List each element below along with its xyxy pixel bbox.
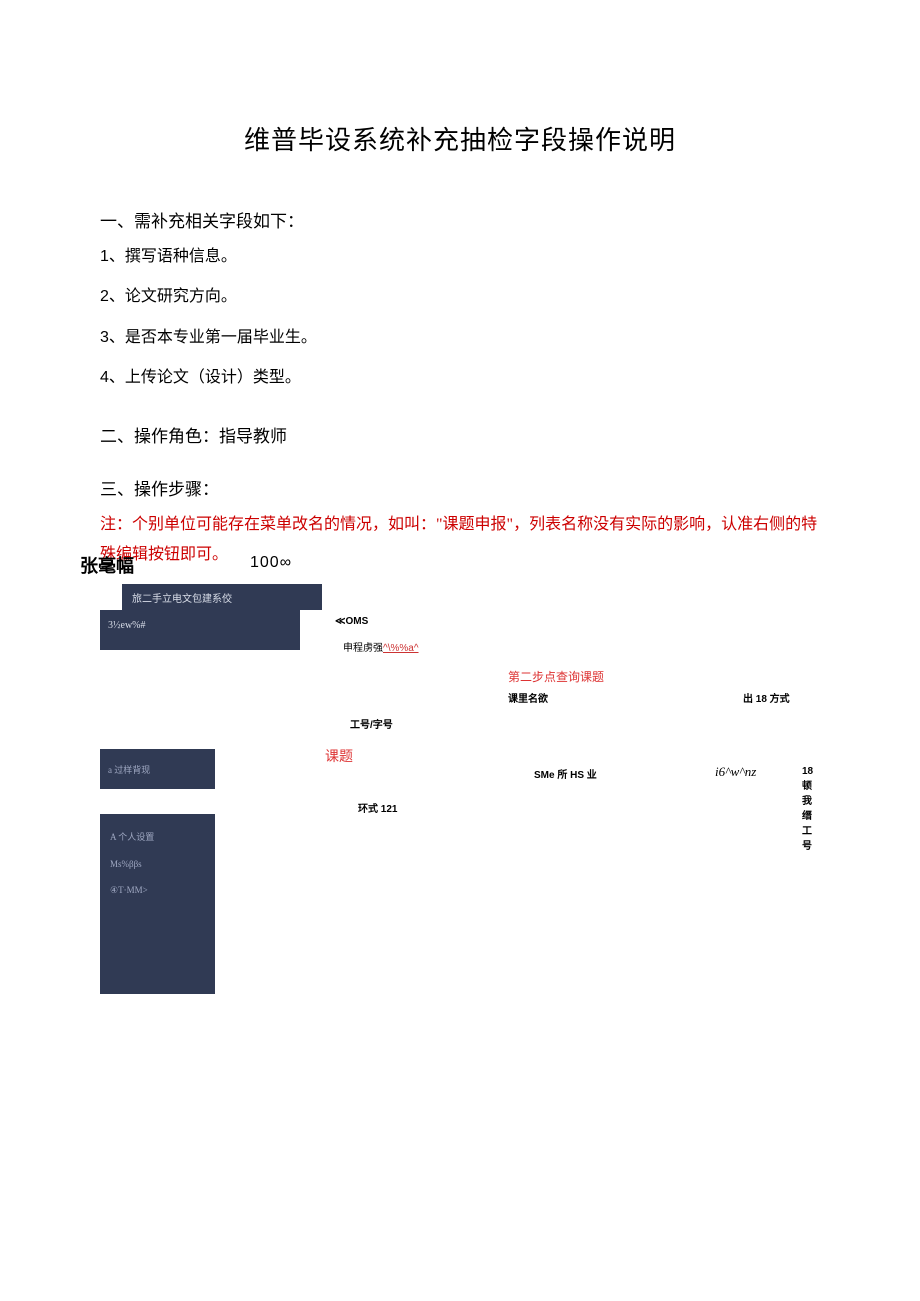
sidebar-item-a[interactable]: 3½ew%# [100,610,300,650]
sidebar-item-c[interactable]: Ms%ββs [100,843,215,869]
section2-heading: 二、操作角色：指导教师 [100,422,820,447]
huanshi-label: 环式 121 [358,800,397,815]
step2-label: 第二步点查询课题 [508,668,604,685]
bold-name: 张毫幅 [80,552,134,578]
link-row: 申程虏强^\%%a^ [343,639,419,654]
col-header-mode: 出 18 方式 [743,690,790,705]
section1-heading: 一、需补充相关字段如下： [100,207,820,232]
link-red[interactable]: ^\%%a^ [383,643,419,654]
list-num-3: 3 [100,329,109,346]
list-num-1: 1 [100,248,109,265]
overlap-row: 张毫幅 100∞ [100,552,820,578]
sidebar-item-settings[interactable]: A 个人设置 [100,814,215,843]
sidebar-header: 旅二手立电文包建系佼 [122,584,322,610]
sme-label: SMe 所 HS 业 [534,766,597,781]
oms-label: ≪OMS [335,616,368,627]
section3-heading: 三、操作步骤： [100,475,820,500]
tailnum-label: 18 顿我缙工号 [802,766,820,852]
percent-label: 100∞ [250,554,292,572]
screenshot-embed: 旅二手立电文包建系佼 3½ew%# a 过样背现 A 个人设置 Ms%ββs ④… [100,584,820,1014]
italic-code: i6^w^nz [715,764,756,780]
keti-label: 课题 [325,746,353,766]
list-text-3: 、是否本专业第一届毕业生。 [109,329,317,346]
link-prefix: 申程虏强 [343,643,383,654]
list-text-2: 、论文研究方向。 [109,288,237,305]
col-header-name: 课里名欲 [508,690,548,705]
col-header-id: 工号/字号 [350,716,393,731]
sidebar-block: A 个人设置 Ms%ββs ④T·MM> [100,814,215,994]
list-text-1: 、撰写语种信息。 [109,248,237,265]
list-item-2: 2、论文研究方向。 [100,282,820,312]
sidebar-item-b[interactable]: a 过样背现 [100,749,215,789]
list-text-4: 、上传论文（设计）类型。 [109,369,301,386]
page-title: 维普毕设系统补充抽检字段操作说明 [100,120,820,157]
list-num-2: 2 [100,288,109,305]
sidebar-item-d[interactable]: ④T·MM> [100,869,215,896]
list-num-4: 4 [100,369,109,386]
list-item-3: 3、是否本专业第一届毕业生。 [100,323,820,353]
list-item-4: 4、上传论文（设计）类型。 [100,363,820,393]
list-item-1: 1、撰写语种信息。 [100,242,820,272]
